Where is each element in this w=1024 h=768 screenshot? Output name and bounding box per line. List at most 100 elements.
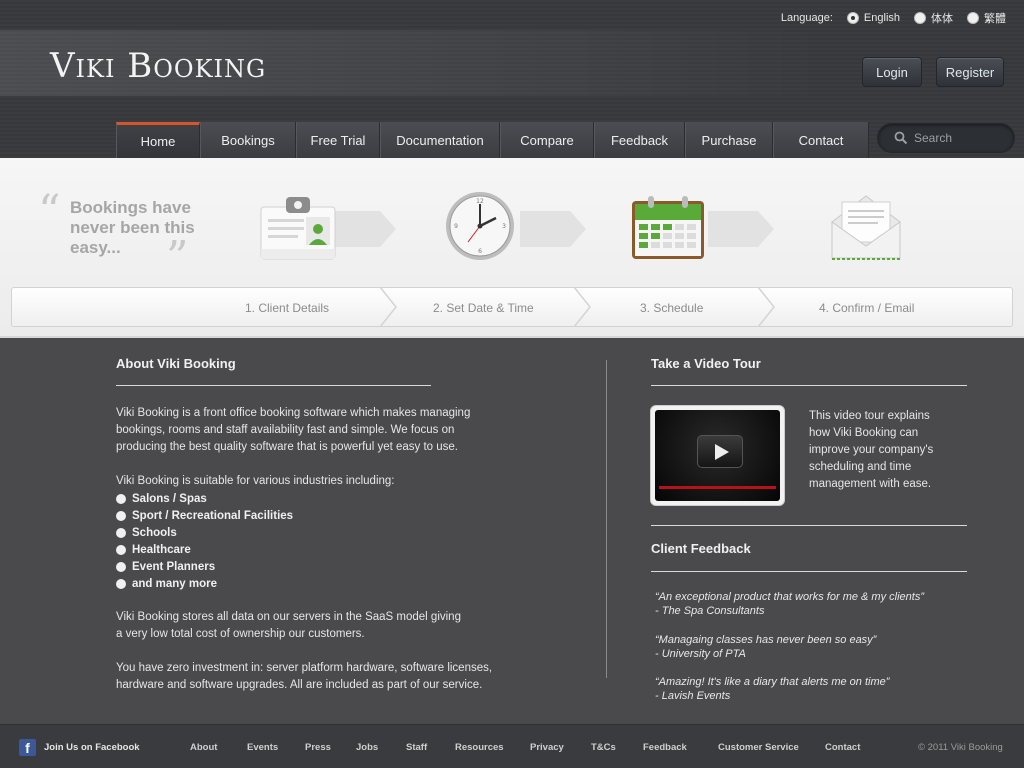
- step-set-date-time: 2. Set Date & Time: [433, 301, 534, 315]
- site-footer: [0, 724, 1024, 768]
- feedback-author: - Lavish Events: [655, 690, 731, 702]
- about-intro: Viki Booking is a front office booking s…: [116, 405, 470, 456]
- play-icon[interactable]: [697, 435, 743, 468]
- search-icon: [894, 131, 908, 145]
- nav-item-purchase[interactable]: Purchase: [685, 122, 773, 158]
- arrow-decoration: [330, 211, 396, 247]
- video-description: This video tour explains how Viki Bookin…: [809, 408, 933, 493]
- footer-link-resources[interactable]: Resources: [455, 742, 504, 753]
- svg-text:3: 3: [502, 223, 506, 230]
- arrow-decoration: [520, 211, 586, 247]
- bullet-icon: [116, 561, 126, 572]
- quote-open-icon: “: [38, 186, 61, 237]
- quote-close-icon: ”: [166, 232, 189, 283]
- step-schedule: 3. Schedule: [640, 301, 704, 315]
- nav-item-free-trial[interactable]: Free Trial: [296, 122, 380, 158]
- language-option-english[interactable]: English: [846, 12, 900, 24]
- video-divider: [651, 385, 967, 386]
- client-feedback-title: Client Feedback: [651, 541, 751, 556]
- banner-tagline: Bookings have never been this easy...: [70, 198, 195, 257]
- footer-link-about[interactable]: About: [190, 742, 217, 753]
- footer-link-feedback[interactable]: Feedback: [643, 742, 687, 753]
- industries-list: Salons / Spas Sport / Recreational Facil…: [116, 490, 293, 592]
- arrow-decoration: [708, 211, 774, 247]
- bullet-icon: [116, 510, 126, 521]
- industry-label: and many more: [132, 577, 217, 590]
- about-intro-line: Viki Booking is a front office booking s…: [116, 407, 471, 419]
- feedback-item: “An exceptional product that works for m…: [655, 590, 924, 618]
- feedback-divider: [651, 571, 967, 572]
- nav-item-bookings[interactable]: Bookings: [200, 122, 296, 158]
- list-item: Event Planners: [116, 558, 293, 575]
- investment-line: You have zero investment in: server plat…: [116, 662, 493, 674]
- investment-paragraph: You have zero investment in: server plat…: [116, 660, 492, 694]
- step-separator: [379, 287, 397, 327]
- svg-text:12: 12: [476, 198, 484, 205]
- column-divider: [606, 360, 607, 678]
- language-selector: Language: English 体体 繁體: [781, 10, 1006, 26]
- facebook-icon[interactable]: f: [19, 739, 36, 756]
- about-divider: [116, 385, 431, 386]
- register-button[interactable]: Register: [936, 57, 1004, 87]
- envelope-icon: [831, 195, 901, 260]
- bullet-icon: [116, 544, 126, 555]
- svg-text:6: 6: [478, 248, 482, 255]
- radio-english[interactable]: [846, 12, 859, 24]
- feedback-top-divider: [651, 525, 967, 526]
- nav-item-home[interactable]: Home: [116, 122, 200, 158]
- login-button[interactable]: Login: [862, 57, 922, 87]
- svg-text:9: 9: [454, 223, 458, 230]
- feedback-quote: “Managaing classes has never been so eas…: [655, 634, 877, 646]
- clock-icon: 12 3 6 9: [446, 192, 514, 260]
- nav-item-compare[interactable]: Compare: [500, 122, 594, 158]
- video-screen[interactable]: [655, 410, 780, 501]
- industries-intro: Viki Booking is suitable for various ind…: [116, 475, 395, 487]
- footer-link-tcs[interactable]: T&Cs: [591, 742, 616, 753]
- footer-link-jobs[interactable]: Jobs: [356, 742, 378, 753]
- radio-simplified[interactable]: [914, 12, 926, 24]
- footer-link-press[interactable]: Press: [305, 742, 331, 753]
- video-description-line: improve your company's: [809, 444, 934, 456]
- feedback-quote: “Amazing! It's like a diary that alerts …: [655, 676, 890, 688]
- video-controls[interactable]: [659, 491, 776, 499]
- about-title: About Viki Booking: [116, 356, 236, 371]
- investment-line: hardware and software upgrades. All are …: [116, 679, 483, 691]
- site-logo[interactable]: Viki Booking: [50, 46, 266, 86]
- video-player[interactable]: [650, 405, 785, 506]
- footer-link-events[interactable]: Events: [247, 742, 278, 753]
- search-box[interactable]: [877, 123, 1015, 153]
- search-input[interactable]: [914, 131, 1004, 145]
- step-client-details: 1. Client Details: [245, 301, 330, 315]
- radio-traditional[interactable]: [967, 12, 979, 24]
- language-option-traditional[interactable]: 繁體: [967, 10, 1006, 26]
- language-option-label: 繁體: [984, 13, 1006, 25]
- footer-link-privacy[interactable]: Privacy: [530, 742, 564, 753]
- bullet-icon: [116, 527, 126, 538]
- feedback-item: “Amazing! It's like a diary that alerts …: [655, 675, 889, 703]
- saas-line: Viki Booking stores all data on our serv…: [116, 611, 461, 623]
- step-separator: [757, 287, 775, 327]
- nav-item-documentation[interactable]: Documentation: [380, 122, 500, 158]
- facebook-link[interactable]: Join Us on Facebook: [44, 742, 140, 753]
- about-intro-line: producing the best quality software that…: [116, 441, 458, 453]
- bullet-icon: [116, 578, 126, 589]
- video-description-line: scheduling and time: [809, 461, 912, 473]
- industry-label: Sport / Recreational Facilities: [132, 509, 294, 522]
- video-description-line: This video tour explains: [809, 410, 930, 422]
- industry-label: Healthcare: [132, 543, 191, 556]
- footer-link-customer-service[interactable]: Customer Service: [718, 742, 799, 753]
- footer-link-staff[interactable]: Staff: [406, 742, 427, 753]
- feedback-item: “Managaing classes has never been so eas…: [655, 633, 876, 661]
- video-description-line: how Viki Booking can: [809, 427, 919, 439]
- step-separator: [573, 287, 591, 327]
- footer-link-contact[interactable]: Contact: [825, 742, 860, 753]
- video-progress-bar[interactable]: [659, 486, 776, 489]
- list-item: and many more: [116, 575, 293, 592]
- video-tour-title: Take a Video Tour: [651, 356, 761, 371]
- nav-item-feedback[interactable]: Feedback: [594, 122, 685, 158]
- language-option-simplified[interactable]: 体体: [914, 10, 953, 26]
- nav-item-contact[interactable]: Contact: [773, 122, 869, 158]
- industry-label: Salons / Spas: [132, 492, 207, 505]
- list-item: Schools: [116, 524, 293, 541]
- calendar-icon: [632, 196, 704, 259]
